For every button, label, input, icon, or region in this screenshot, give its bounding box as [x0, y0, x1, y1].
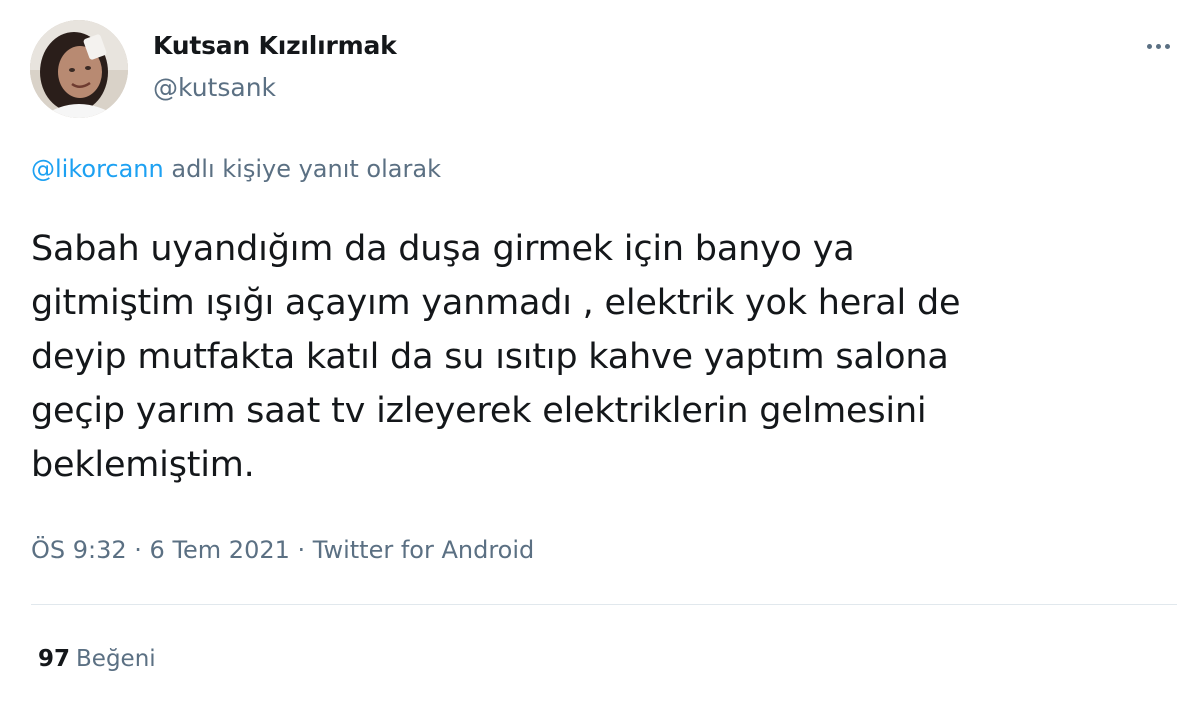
more-horizontal-icon: [1146, 43, 1152, 49]
avatar-image: [30, 20, 128, 118]
likes-stat[interactable]: 97 Beğeni: [38, 646, 156, 672]
likes-count: 97: [38, 646, 71, 672]
reply-context-text: adlı kişiye yanıt olarak: [163, 155, 441, 183]
reply-context: @likorcann adlı kişiye yanıt olarak: [31, 155, 441, 183]
meta-separator: ·: [289, 536, 313, 564]
tweet-card: Kutsan Kızılırmak @kutsank @likorcann ad…: [0, 0, 1200, 701]
meta-separator: ·: [126, 536, 150, 564]
tweet-time-link[interactable]: ÖS 9:32: [31, 536, 127, 564]
more-options-button[interactable]: [1138, 30, 1178, 62]
tweet-date-link[interactable]: 6 Tem 2021: [150, 536, 290, 564]
user-display-name[interactable]: Kutsan Kızılırmak: [153, 31, 397, 60]
more-horizontal-icon: [1164, 43, 1170, 49]
reply-mention-link[interactable]: @likorcann: [31, 155, 164, 183]
tweet-meta: ÖS 9:32 · 6 Tem 2021 · Twitter for Andro…: [31, 536, 534, 564]
tweet-source-link[interactable]: Twitter for Android: [313, 536, 534, 564]
avatar[interactable]: [30, 20, 128, 118]
tweet-text: Sabah uyandığım da duşa girmek için bany…: [31, 229, 961, 485]
more-horizontal-icon: [1155, 43, 1161, 49]
user-handle[interactable]: @kutsank: [153, 73, 276, 102]
likes-label: Beğeni: [76, 646, 156, 672]
divider: [31, 604, 1177, 605]
